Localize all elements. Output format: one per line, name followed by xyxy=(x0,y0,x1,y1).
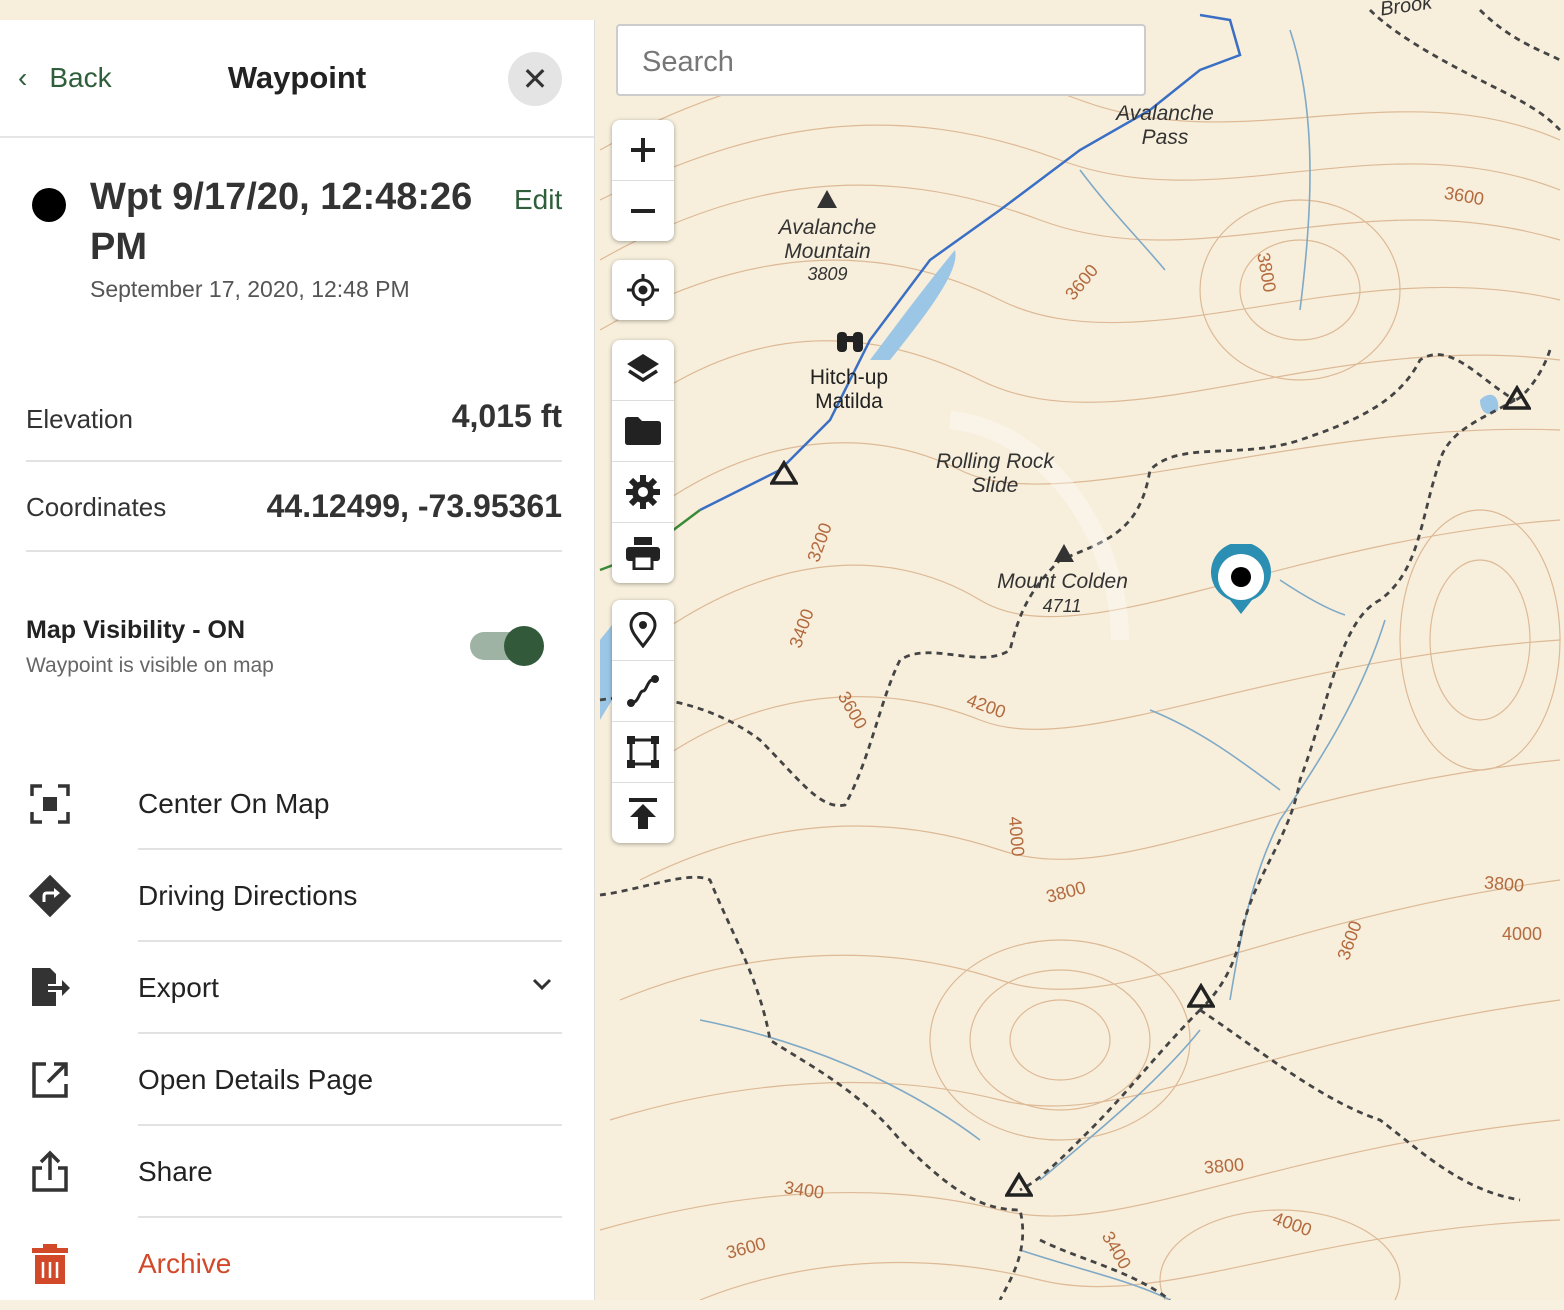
coordinates-label: Coordinates xyxy=(26,492,167,522)
center-on-map-action[interactable]: Center On Map xyxy=(0,758,594,850)
contour-label: 3800 xyxy=(1483,872,1525,896)
trash-icon xyxy=(32,1244,68,1284)
peak-icon xyxy=(1054,544,1074,562)
elevation-row: Elevation 4,015 ft xyxy=(26,388,562,462)
toggle-knob xyxy=(504,626,544,666)
campsite-icon xyxy=(1005,1172,1033,1197)
draw-area-button[interactable] xyxy=(612,722,674,783)
zoom-in-icon xyxy=(631,138,655,162)
zoom-controls xyxy=(612,120,674,241)
search-input[interactable]: Search xyxy=(616,24,1146,96)
map-label-avalanche-mountain-elevation: 3809 xyxy=(807,264,848,284)
open-external-icon xyxy=(32,1062,68,1098)
export-icon xyxy=(32,968,70,1006)
search-placeholder: Search xyxy=(642,46,734,78)
waypoint-marker[interactable] xyxy=(1208,544,1274,618)
add-waypoint-button[interactable] xyxy=(612,600,674,661)
folder-icon xyxy=(625,417,661,445)
share-icon xyxy=(32,1150,68,1192)
waypoint-color-dot xyxy=(32,188,66,222)
driving-directions-action[interactable]: Driving Directions xyxy=(0,850,594,942)
layers-button[interactable] xyxy=(612,340,674,401)
close-icon: ✕ xyxy=(521,61,549,97)
panel-title: Waypoint xyxy=(227,60,367,95)
layers-icon xyxy=(627,354,659,383)
elevation-value: 4,015 ft xyxy=(451,398,562,434)
settings-button[interactable] xyxy=(612,462,674,523)
elevation-label: Elevation xyxy=(26,404,133,434)
action-label: Share xyxy=(138,1156,213,1187)
action-label: Export xyxy=(138,972,219,1003)
folder-button[interactable] xyxy=(612,401,674,462)
panel-header: ‹ Back Waypoint ✕ xyxy=(0,20,594,138)
print-button[interactable] xyxy=(612,523,674,583)
edit-button[interactable]: Edit xyxy=(514,184,562,216)
open-details-page-action[interactable]: Open Details Page xyxy=(0,1034,594,1126)
share-action[interactable]: Share xyxy=(0,1126,594,1218)
upload-button[interactable] xyxy=(612,783,674,843)
locate-controls xyxy=(612,260,674,320)
archive-action[interactable]: Archive xyxy=(0,1218,594,1310)
directions-icon xyxy=(28,874,72,918)
zoom-out-button[interactable] xyxy=(612,181,674,241)
visibility-title: Map Visibility - ON xyxy=(26,616,246,644)
settings-icon xyxy=(626,475,660,509)
center-focus-icon xyxy=(30,784,70,824)
map-label-mount-colden-elevation: 4711 xyxy=(1042,596,1082,616)
export-action[interactable]: Export xyxy=(0,942,594,1034)
visibility-subtitle: Waypoint is visible on map xyxy=(26,654,274,677)
waypoint-panel: ‹ Back Waypoint ✕ Wpt 9/17/20, 12:48:26 … xyxy=(0,20,595,1300)
locate-icon xyxy=(627,274,659,306)
waypoint-date: September 17, 2020, 12:48 PM xyxy=(90,276,410,302)
close-button[interactable]: ✕ xyxy=(508,52,562,106)
upload-icon xyxy=(629,798,657,829)
draw-route-button[interactable] xyxy=(612,661,674,722)
action-label: Center On Map xyxy=(138,788,330,819)
peak-icon xyxy=(817,190,837,208)
contour-label: 3800 xyxy=(1203,1154,1245,1178)
zoom-out-icon xyxy=(631,209,655,213)
coordinates-value[interactable]: 44.12499, -73.95361 xyxy=(267,488,562,525)
map-tools xyxy=(612,340,674,583)
waypoint-icon xyxy=(629,612,657,648)
campsite-icon xyxy=(770,460,798,485)
campsite-icon xyxy=(1187,983,1215,1008)
map-label-mount-colden: Mount Colden xyxy=(997,570,1128,593)
map-label-rolling-rock-slide: Rolling Rock Slide xyxy=(936,450,1054,497)
action-label: Open Details Page xyxy=(138,1064,374,1095)
locate-button[interactable] xyxy=(612,260,674,320)
route-icon xyxy=(627,675,659,707)
coordinates-row: Coordinates 44.12499, -73.95361 xyxy=(26,462,562,552)
zoom-in-button[interactable] xyxy=(612,120,674,181)
chevron-down-icon xyxy=(532,978,552,991)
contour-label: 4000 xyxy=(1004,815,1029,858)
action-label: Archive xyxy=(138,1248,232,1279)
campsite-icon xyxy=(1503,385,1531,410)
viewpoint-binoculars-icon xyxy=(837,332,863,352)
area-icon xyxy=(627,736,659,768)
print-icon xyxy=(626,537,660,570)
map-label-hitchup-matilda: Hitch-up Matilda xyxy=(809,366,889,413)
visibility-toggle[interactable] xyxy=(470,626,544,666)
map-label-avalanche-pass: Avalanche Pass xyxy=(1116,102,1214,149)
contour-label: 4000 xyxy=(1502,924,1543,944)
waypoint-name: Wpt 9/17/20, 12:48:26 PM xyxy=(90,176,473,268)
map-label-avalanche-mountain: Avalanche Mountain xyxy=(778,216,877,263)
drawing-tools xyxy=(612,600,674,843)
action-label: Driving Directions xyxy=(138,880,358,911)
